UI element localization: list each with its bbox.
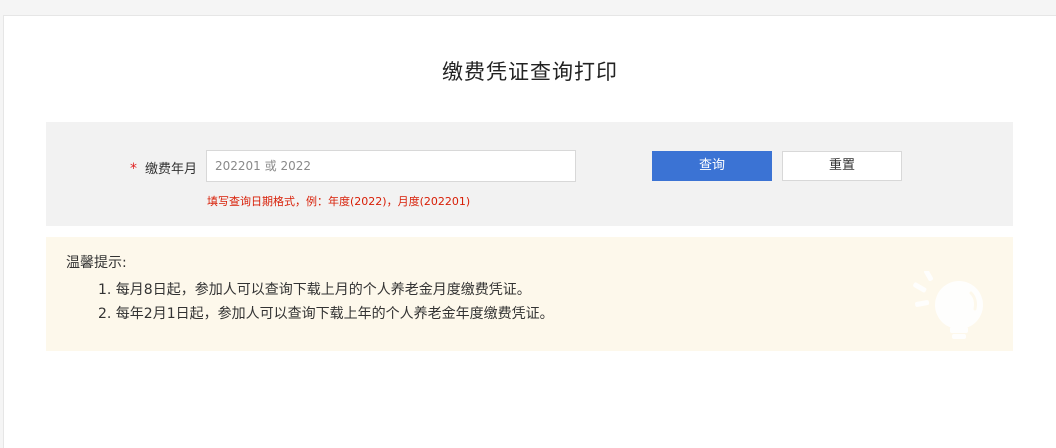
reset-button[interactable]: 重置 [782,151,902,181]
tips-title: 温馨提示: [66,255,127,271]
lightbulb-icon [913,271,983,339]
required-mark: * [130,161,137,177]
payment-month-input[interactable] [206,150,576,182]
query-form-panel: *缴费年月 填写查询日期格式，例：年度(2022)，月度(202201) 查询 … [46,122,1013,226]
date-format-hint: 填写查询日期格式，例：年度(2022)，月度(202201) [207,195,471,208]
tip-item: 2. 每年2月1日起，参加人可以查询下载上年的个人养老金年度缴费凭证。 [98,306,554,322]
payment-month-label: * 缴费年月 [130,158,197,177]
tip-item: 1. 每月8日起，参加人可以查询下载上月的个人养老金月度缴费凭证。 [98,282,531,298]
payment-month-label-text: 缴费年月 [145,162,198,177]
content-card: 缴费凭证查询打印 * 缴费年月 填写查询日期格式，例：年度(2022)，月度(20… [3,15,1056,448]
tips-panel: 温馨提示: 1. 每月8日起，参加人可以查询下载上月的个人养老金月度缴费凭证。 … [46,237,1013,351]
query-button[interactable]: 查询 [652,151,772,181]
page-title: 缴费凭证查询打印 [442,60,618,84]
tips-list: 1. 每月8日起，参加人可以查询下载上月的个人养老金月度缴费凭证。 2. 每年2… [98,278,554,326]
